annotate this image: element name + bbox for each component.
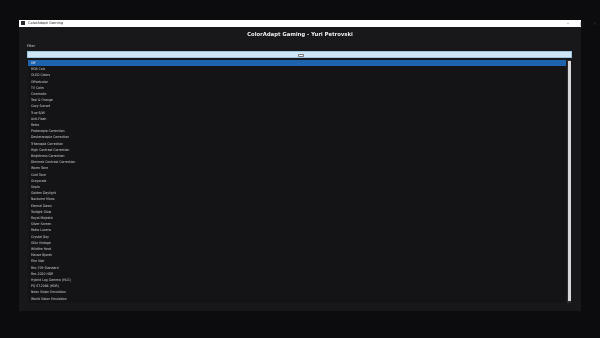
preset-list[interactable]: Off RGB Calc OLED Colors Offsetcolor TV Calm… — [28, 60, 566, 303]
maximize-icon[interactable]: □ — [580, 20, 584, 27]
app-icon — [21, 21, 25, 25]
page-title: ColorAdapt Gaming - Yuri Petrovski — [247, 32, 353, 38]
scrollbar-thumb[interactable] — [567, 61, 571, 301]
window-title: ColorAdapt Gaming — [28, 21, 64, 25]
filter-input[interactable] — [27, 51, 572, 58]
filter-label: Filter — [27, 44, 35, 48]
window-titlebar: ColorAdapt Gaming – □ × — [19, 20, 596, 27]
close-icon[interactable]: × — [593, 20, 596, 27]
list-scrollbar[interactable] — [567, 60, 571, 303]
list-item[interactable]: World Vision Emulation — [28, 296, 566, 302]
drag-handle-icon — [298, 53, 304, 57]
minimize-icon[interactable]: – — [567, 20, 569, 27]
